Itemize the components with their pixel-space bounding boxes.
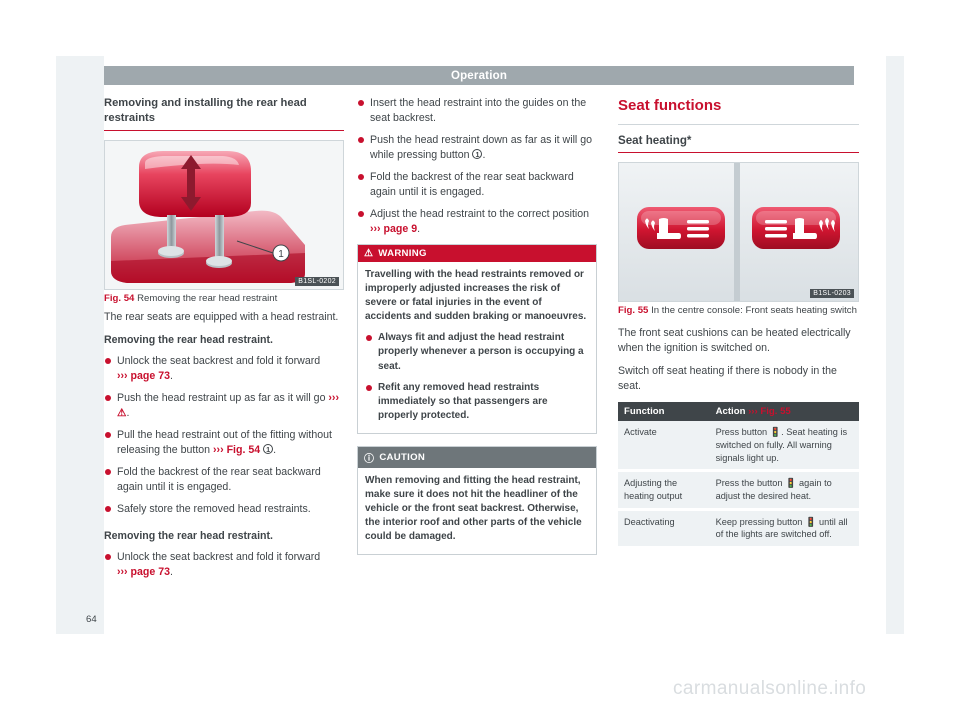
list-item: Safely store the removed head restraints… (104, 502, 344, 517)
section-heading-seat-functions: Seat functions (618, 97, 722, 114)
svg-text:1: 1 (278, 249, 284, 260)
list-item: Push the head restraint up as far as it … (104, 391, 344, 421)
figure-54-image-code: B1SL-0202 (295, 276, 339, 286)
figure-54-caption-text: Removing the rear head restraint (137, 292, 278, 304)
table-cell-action: Keep pressing button 🚦 until all of the … (709, 509, 859, 549)
warning-box-body: Travelling with the head restraints remo… (358, 262, 596, 433)
figure-54: 1 B1SL-0202 Fig. 54 Removing the rear he… (104, 139, 344, 306)
figure-54-label: Fig. 54 (104, 292, 135, 304)
seat-heating-icon: 🚦 (769, 427, 782, 438)
column-right: Seat functions Seat heating* B1SL-0203 F… (618, 96, 859, 549)
callout-1: 1 (263, 443, 274, 454)
table-cell-function: Deactivating (618, 509, 710, 549)
watermark: carmanualsonline.info (673, 678, 867, 699)
figure-55-illustration (619, 163, 858, 302)
list-item: Adjust the head restraint to the correct… (357, 207, 597, 237)
column-left: Removing and installing the rear head re… (104, 96, 344, 587)
seat-heating-icon: 🚦 (804, 516, 817, 527)
table-row: Adjusting the heating output Press the b… (618, 470, 859, 511)
figure-54-illustration: 1 (105, 140, 343, 289)
figure-54-caption: Fig. 54 Removing the rear head restraint (104, 293, 344, 306)
page-header-bar: Operation (104, 66, 854, 85)
page-header-title: Operation (450, 69, 508, 82)
section-heading-removing-rear-head-restraints: Removing and installing the rear head re… (104, 97, 307, 124)
seat-heating-paragraph-1: The front seat cushions can be heated el… (618, 327, 851, 355)
caution-box-body: When removing and fitting the head restr… (358, 468, 596, 554)
seat-heating-table: Function Action ››› Fig. 55 Activate Pre… (618, 402, 859, 549)
list-item: Insert the head restraint into the guide… (357, 96, 597, 126)
figure-55-image-code: B1SL-0203 (810, 289, 854, 299)
list-item: Push the head restraint down as far as i… (357, 133, 597, 163)
list-item: Always fit and adjust the head restraint… (365, 331, 589, 374)
table-cell-function: Activate (618, 421, 710, 473)
list-item: Fold the backrest of the rear seat backw… (104, 465, 344, 495)
table-row: Deactivating Keep pressing button 🚦 unti… (618, 509, 859, 549)
figure-55-image: B1SL-0203 (618, 162, 859, 303)
figure-55-label: Fig. 55 (618, 305, 649, 317)
caution-box-header: ⓘ CAUTION (358, 447, 596, 469)
callout-1: 1 (472, 149, 483, 160)
divider-thin (618, 123, 859, 125)
caution-intro: When removing and fitting the head restr… (365, 475, 582, 543)
list-item: Unlock the seat backrest and fold it for… (104, 354, 344, 384)
page-number: 64 (86, 614, 97, 625)
table-row: Activate Press button 🚦. Seat heating is… (618, 421, 859, 473)
warning-box: ⚠ WARNING Travelling with the head restr… (357, 244, 597, 435)
caution-box-title: CAUTION (379, 452, 426, 464)
column-middle: Insert the head restraint into the guide… (357, 96, 597, 567)
table-header-action: Action ››› Fig. 55 (709, 402, 859, 422)
caution-circle-icon: ⓘ (364, 454, 375, 466)
figure-55-caption: Fig. 55 In the centre console: Front sea… (618, 305, 859, 318)
intro-paragraph: The rear seats are equipped with a head … (104, 310, 339, 323)
divider-red-2 (618, 152, 859, 154)
table-cell-action: Press the button 🚦 again to adjust the d… (709, 470, 859, 511)
warning-box-header: ⚠ WARNING (358, 245, 596, 263)
subheading-removing-2: Removing the rear head restraint. (104, 529, 273, 542)
list-item: Fold the backrest of the rear seat backw… (357, 170, 597, 200)
table-cell-action: Press button 🚦. Seat heating is switched… (709, 421, 859, 473)
warning-box-title: WARNING (378, 248, 427, 260)
seat-heating-icon: 🚦 (785, 478, 797, 489)
subheading-removing-1: Removing the rear head restraint. (104, 333, 273, 346)
table-header-action-ref: Fig. 55 (760, 406, 791, 418)
seat-heating-paragraph-2: Switch off seat heating if there is nobo… (618, 365, 837, 393)
subsection-heading-seat-heating: Seat heating* (618, 133, 692, 147)
list-item: Unlock the seat backrest and fold it for… (104, 550, 344, 580)
list-item: Pull the head restraint out of the fitti… (104, 428, 344, 458)
warning-triangle-icon: ⚠ (364, 248, 374, 260)
figure-55-caption-text: In the centre console: Front seats heati… (651, 305, 857, 317)
table-cell-function: Adjusting the heating output (618, 470, 710, 511)
caution-box: ⓘ CAUTION When removing and fitting the … (357, 446, 597, 556)
warning-intro: Travelling with the head restraints remo… (365, 269, 587, 323)
figure-55: B1SL-0203 Fig. 55 In the centre console:… (618, 162, 859, 318)
figure-54-image: 1 B1SL-0202 (104, 139, 344, 290)
divider-red (104, 129, 344, 131)
table-header-row: Function Action ››› Fig. 55 (618, 402, 859, 422)
list-item: Refit any removed head restraints immedi… (365, 381, 589, 424)
table-header-function: Function (618, 402, 710, 422)
